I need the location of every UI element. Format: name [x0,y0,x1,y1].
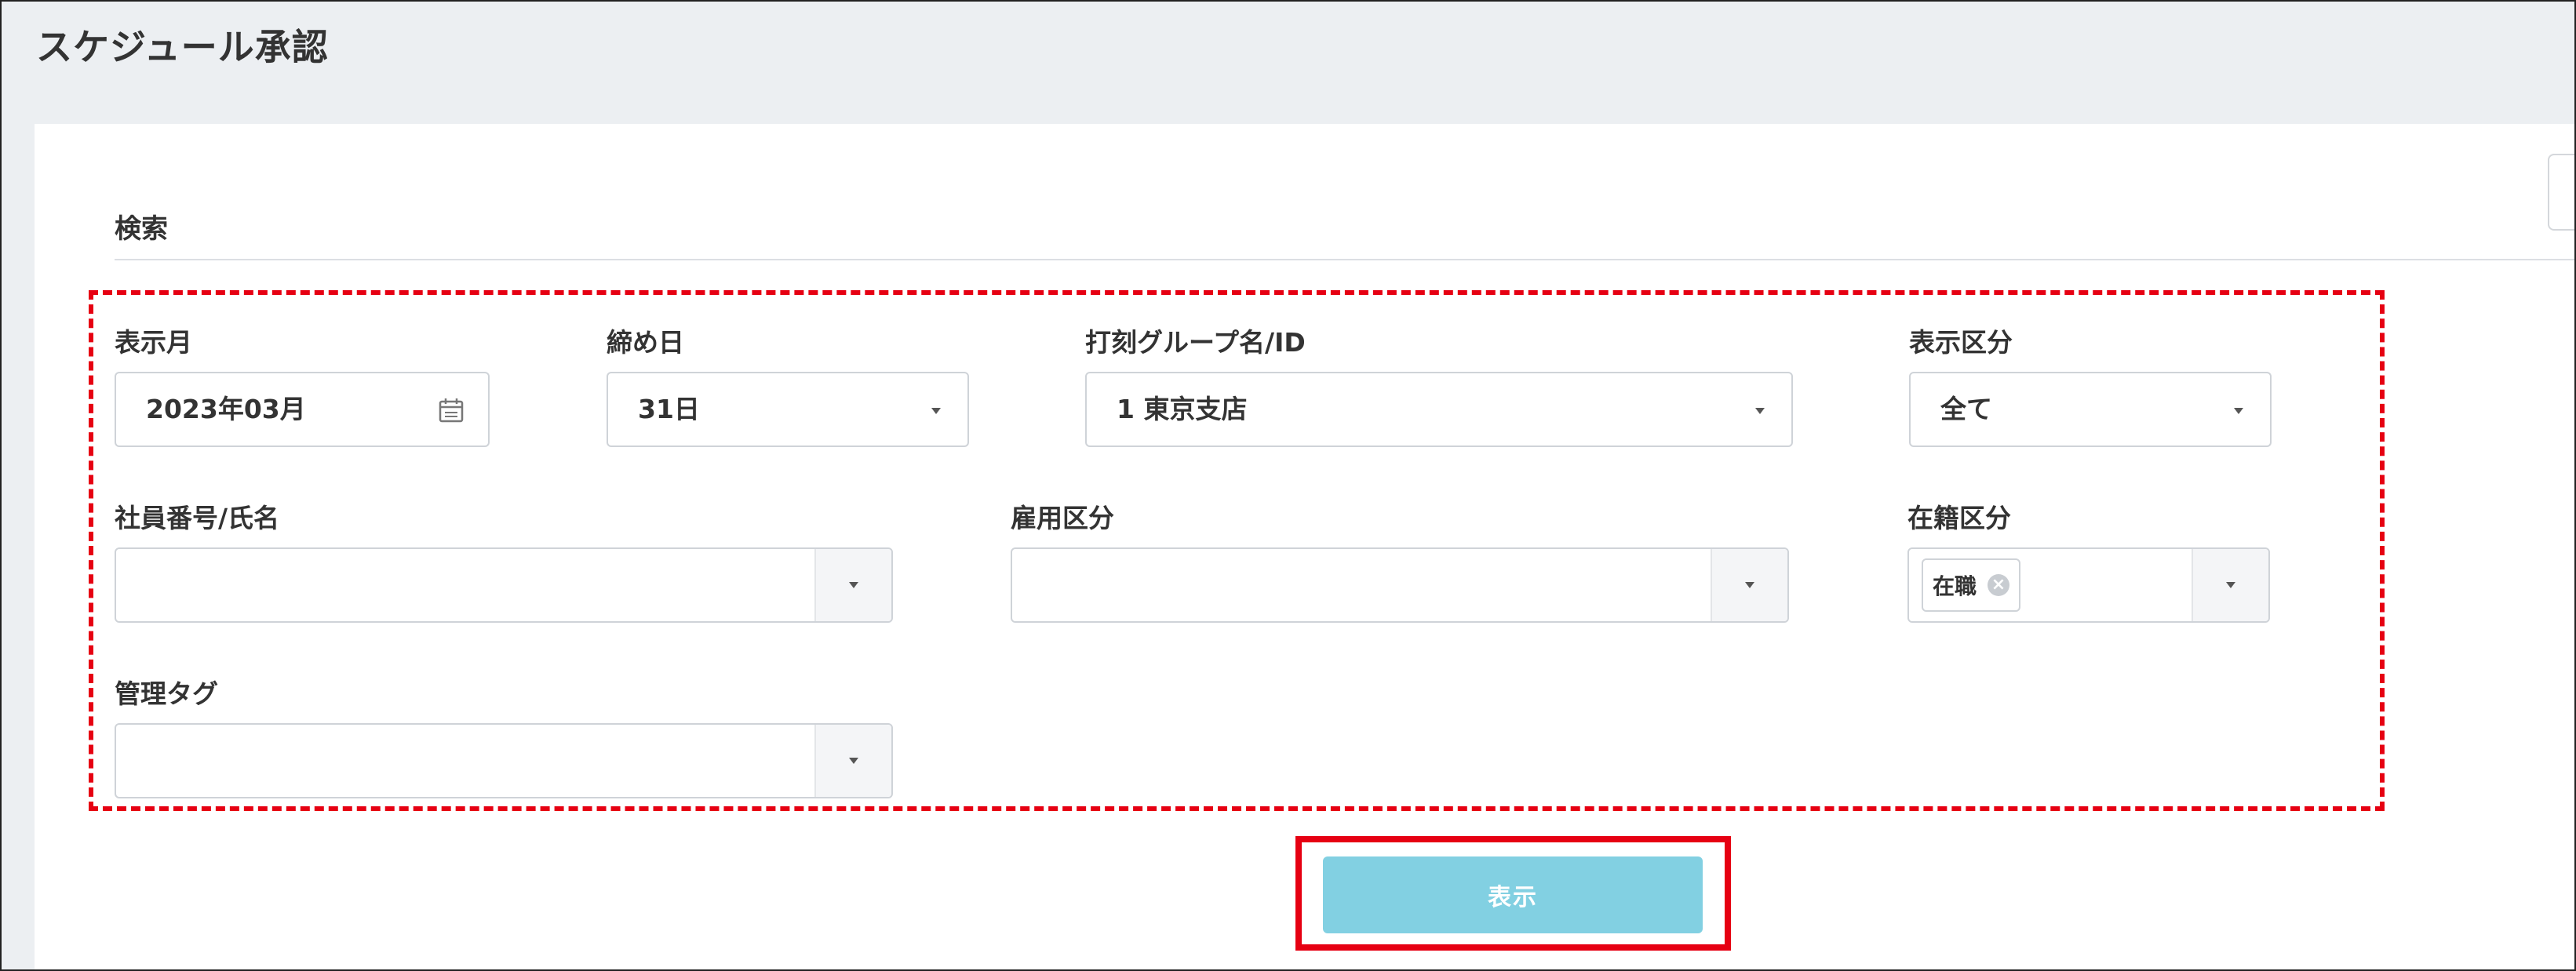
show-button[interactable]: 表示 [1323,856,1703,933]
page-title: スケジュール承認 [36,26,329,68]
corner-button[interactable] [2548,154,2574,231]
app-frame: スケジュール承認 検索 表示月 2023年03月 締め日 31日 打刻グループ名… [0,0,2576,971]
search-section-title: 検索 [115,213,168,245]
search-fields-highlight [89,290,2385,811]
section-divider [115,259,2574,260]
